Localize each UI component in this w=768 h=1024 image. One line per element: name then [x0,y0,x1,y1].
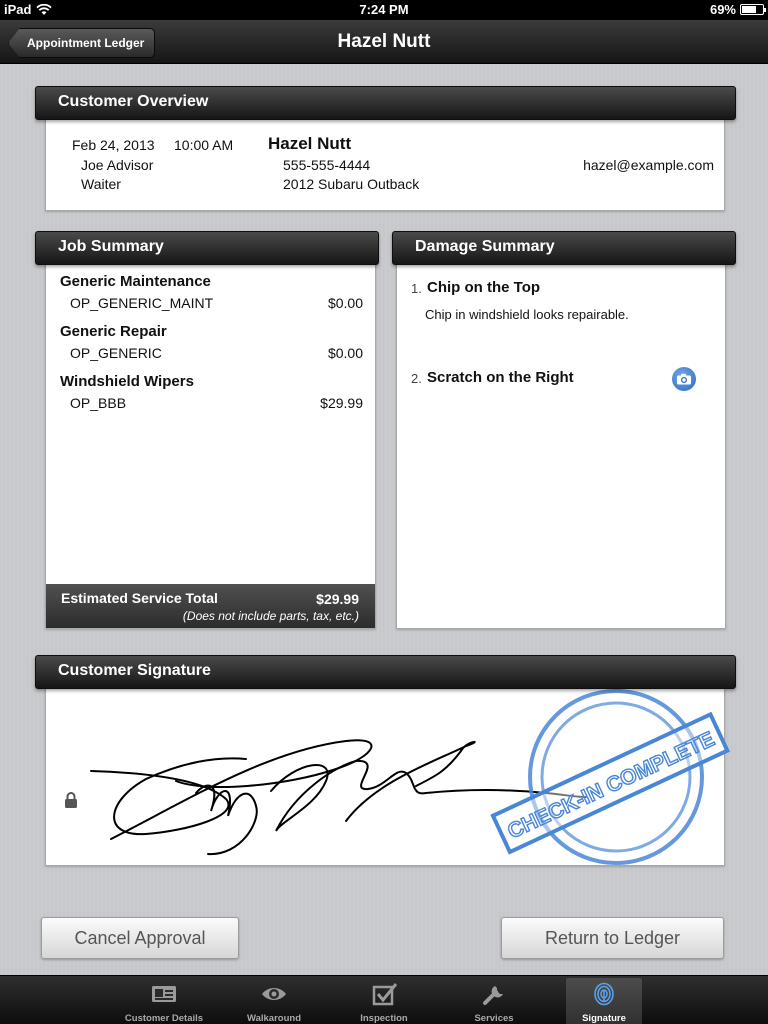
check-in-complete-stamp: CHECK-IN COMPLETE [490,689,731,865]
customer-name: Hazel Nutt [268,134,352,153]
customer-overview-header: Customer Overview [35,86,736,120]
job-title: Windshield Wipers [60,373,194,390]
wrench-icon [483,986,503,1005]
customer-overview-panel: Feb 24, 2013 10:00 AM Joe Advisor Waiter… [45,110,725,211]
damage-title[interactable]: Chip on the Top [427,279,540,296]
fingerprint-icon [594,982,614,1006]
wait-type: Waiter [81,176,121,192]
job-code: OP_BBB [70,395,127,411]
navigation-bar: Appointment Ledger Hazel Nutt [0,20,768,64]
eye-icon [262,988,286,1000]
job-title: Generic Maintenance [60,273,211,290]
damage-summary-header: Damage Summary [392,231,736,265]
job-summary-header: Job Summary [35,231,379,265]
id-card-icon [152,986,176,1002]
damage-number: 1. [411,281,422,296]
customer-vehicle: 2012 Subaru Outback [283,176,420,192]
tab-customer-details[interactable]: Customer Details [125,978,203,1024]
tab-services[interactable]: Services [456,978,532,1024]
job-price: $0.00 [327,295,363,311]
damage-summary-panel: 1. Chip on the Top Chip in windshield lo… [396,256,726,629]
damage-title[interactable]: Scratch on the Right [427,369,574,386]
status-bar: iPad 7:24 PM 69% [0,0,768,20]
battery-fill [742,6,756,13]
job-code: OP_GENERIC_MAINT [70,295,214,311]
customer-phone: 555-555-4444 [283,157,371,173]
customer-signature-header: Customer Signature [35,655,736,689]
tab-label: Signature [582,1013,626,1024]
total-note: (Does not include parts, tax, etc.) [182,609,359,623]
clock: 7:24 PM [359,2,409,17]
customer-email: hazel@example.com [583,157,714,173]
battery-icon [740,4,766,15]
return-to-ledger-button[interactable]: Return to Ledger [501,917,724,959]
estimated-total-bar: Estimated Service Total $29.99 (Does not… [46,584,375,628]
job-code: OP_GENERIC [70,345,162,361]
tab-walkaround[interactable]: Walkaround [236,978,312,1024]
total-value: $29.99 [316,591,359,607]
tab-label: Inspection [360,1013,408,1024]
camera-icon[interactable] [672,367,696,391]
cancel-approval-button[interactable]: Cancel Approval [41,917,239,959]
job-title: Generic Repair [60,323,167,340]
checkbox-icon [372,983,398,1006]
total-label: Estimated Service Total [61,590,218,606]
tab-signature[interactable]: Signature [566,978,642,1024]
tab-label: Customer Details [124,1013,204,1024]
tab-inspection[interactable]: Inspection [346,978,422,1024]
damage-description: Chip in windshield looks repairable. [425,307,629,322]
tab-label: Walkaround [246,1013,301,1024]
service-advisor: Joe Advisor [81,157,154,173]
tab-label: Services [474,1013,514,1024]
tab-bar: Customer Details Walkaround Inspection S… [0,975,768,1024]
appointment-date: Feb 24, 2013 [72,137,155,153]
job-summary-panel: Generic Maintenance OP_GENERIC_MAINT $0.… [45,256,376,629]
damage-number: 2. [411,371,422,386]
job-price: $0.00 [327,345,363,361]
battery-percent: 69% [709,2,736,17]
signature-panel: CHECK-IN COMPLETE [45,680,731,866]
appointment-time: 10:00 AM [174,137,234,153]
job-price: $29.99 [320,395,363,411]
page-title: Hazel Nutt [337,31,431,52]
